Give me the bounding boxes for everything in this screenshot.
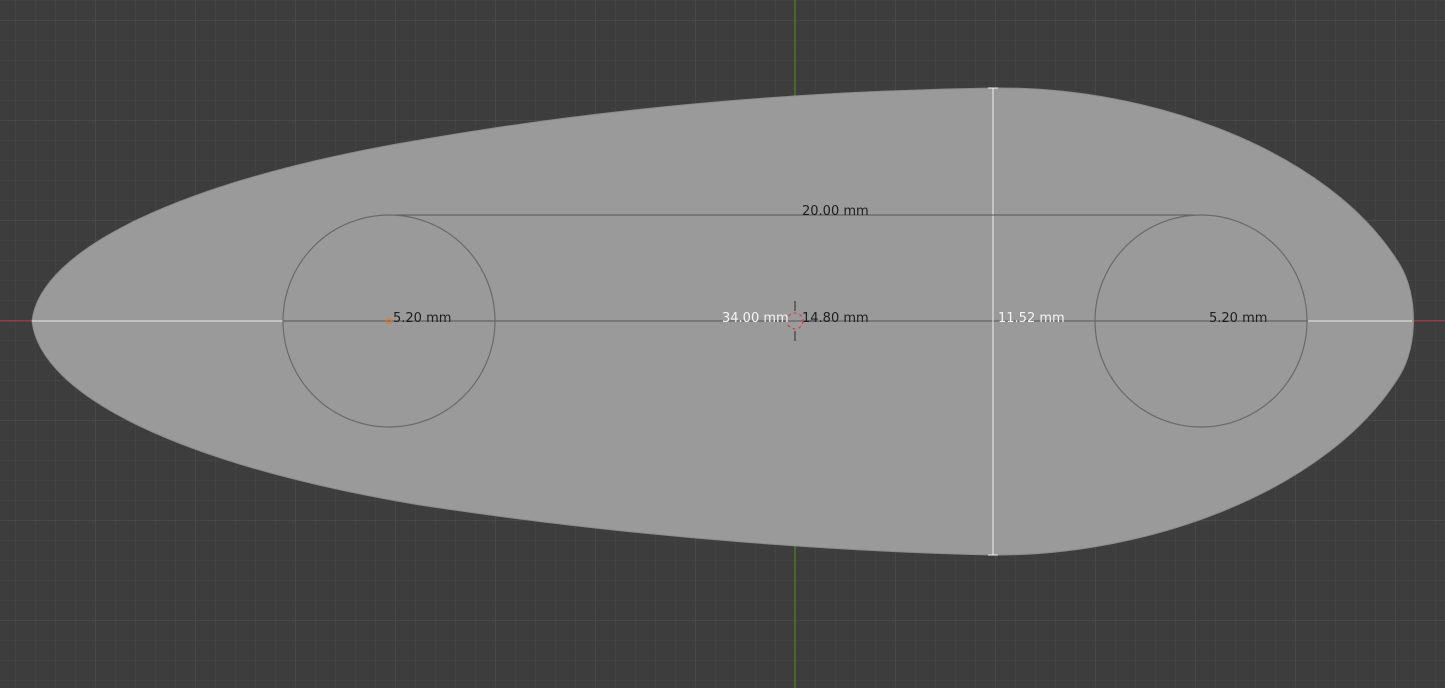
right-length-label: 14.80 mm xyxy=(802,311,869,326)
3d-viewport[interactable]: 20.00 mm 5.20 mm 34.00 mm 14.80 mm 11.52… xyxy=(0,0,1445,688)
left-length-label: 34.00 mm xyxy=(722,311,789,326)
hole-spacing-label: 20.00 mm xyxy=(802,204,869,219)
right-hole-diameter-label: 5.20 mm xyxy=(1209,311,1267,326)
viewport-canvas[interactable]: 20.00 mm 5.20 mm 34.00 mm 14.80 mm 11.52… xyxy=(0,0,1445,688)
height-label: 11.52 mm xyxy=(998,311,1065,326)
left-hole-diameter-label: 5.20 mm xyxy=(393,311,451,326)
